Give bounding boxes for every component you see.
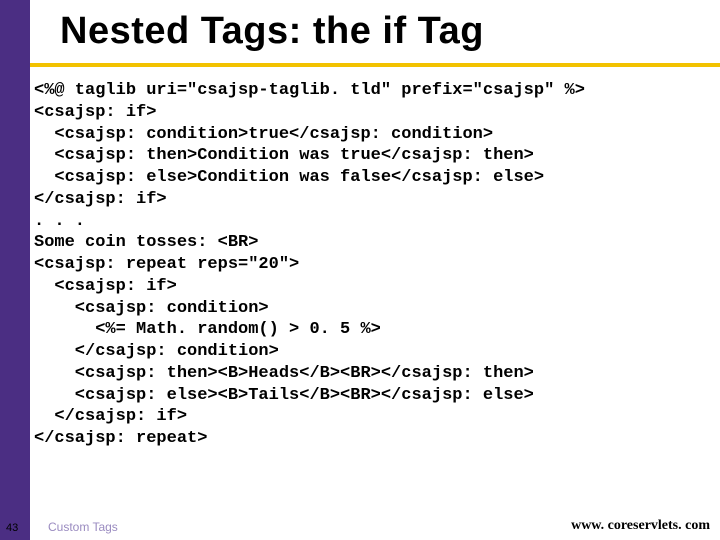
slide: Nested Tags: the if Tag <%@ taglib uri="… — [0, 0, 720, 540]
code-example: <%@ taglib uri="csajsp-taglib. tld" pref… — [34, 80, 714, 450]
divider-line — [30, 63, 720, 67]
footer-url: www. coreservlets. com — [571, 518, 710, 534]
slide-title: Nested Tags: the if Tag — [60, 10, 484, 53]
left-accent-bar — [0, 0, 30, 540]
footer: 43 Custom Tags www. coreservlets. com — [0, 512, 720, 540]
page-number: 43 — [6, 522, 18, 534]
footer-label: Custom Tags — [48, 520, 118, 534]
